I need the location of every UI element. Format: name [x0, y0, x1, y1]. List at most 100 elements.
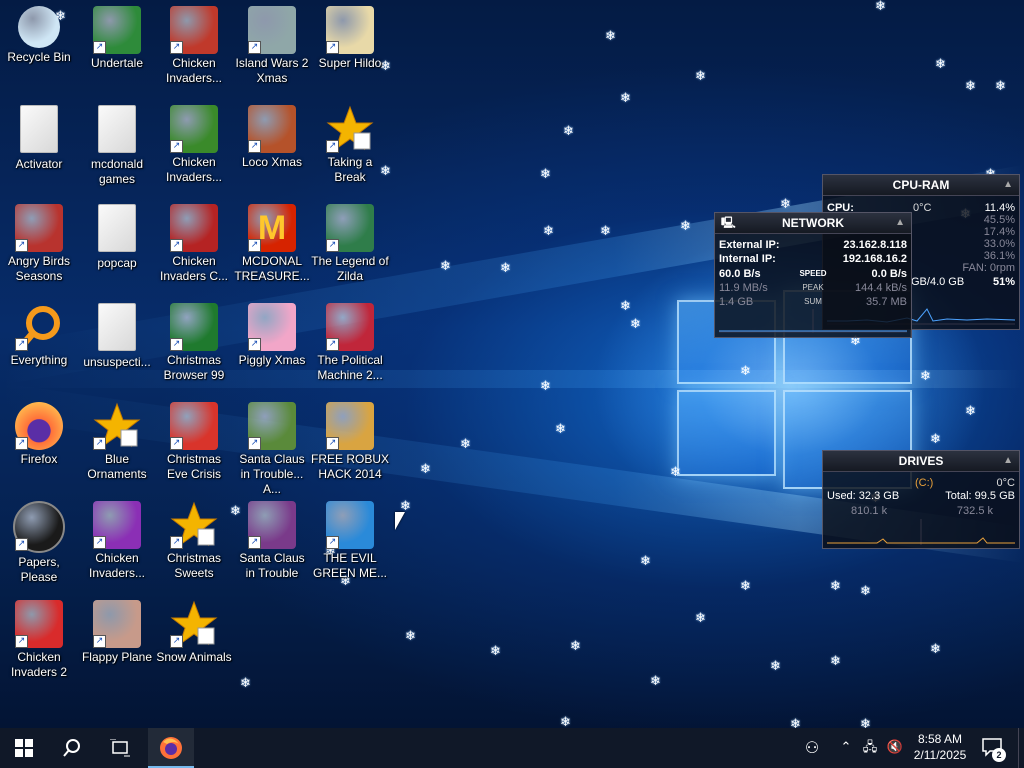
desktop-icon-label: Snow Animals	[156, 650, 232, 664]
desktop-icon[interactable]: ↗ Papers, Please	[0, 495, 78, 591]
show-hidden-icons-button[interactable]: ⌃	[836, 728, 856, 768]
network-title[interactable]: 🖳 NETWORK ▲	[715, 213, 911, 234]
snowflake-icon: ❄	[500, 261, 511, 276]
desktop-icon-label: Santa Claus in Trouble	[239, 551, 305, 580]
search-icon	[63, 739, 80, 757]
desktop-icon[interactable]: ↗ The Political Machine 2...	[311, 297, 389, 393]
shortcut-arrow-icon: ↗	[248, 437, 261, 450]
desktop-icon[interactable]: ↗ Christmas Eve Crisis	[155, 396, 233, 492]
shortcut-arrow-icon: ↗	[93, 635, 106, 648]
snowflake-icon: ❄	[620, 91, 631, 106]
desktop-icon-label: MCDONAL TREASURE...	[234, 254, 310, 283]
shortcut-arrow-icon: ↗	[248, 536, 261, 549]
external-ip-value: 23.162.8.118	[843, 239, 907, 251]
desktop-icon-label: Island Wars 2 Xmas	[235, 56, 309, 85]
network-widget[interactable]: 🖳 NETWORK ▲ External IP: 23.162.8.118 Inter…	[714, 212, 912, 338]
desktop-icon[interactable]: ↗ FREE ROBUX HACK 2014	[311, 396, 389, 492]
desktop-icon[interactable]: ↗ Piggly Xmas	[233, 297, 311, 393]
desktop-icon[interactable]: ↗ Blue Ornaments	[78, 396, 156, 492]
desktop-icon[interactable]: ↗ Santa Claus in Trouble... A...	[233, 396, 311, 496]
snowflake-icon: ❄	[965, 404, 976, 419]
desktop-icon-label: Chicken Invaders...	[88, 551, 146, 580]
task-view-button[interactable]	[96, 728, 144, 768]
ram-percent: 51%	[992, 276, 1015, 288]
drives-title[interactable]: DRIVES ▲	[823, 451, 1019, 472]
desktop-icon[interactable]: ↗ The Legend of Zilda	[311, 198, 389, 294]
desktop-icon[interactable]: ↗ Christmas Sweets	[155, 495, 233, 591]
desktop-icon[interactable]: Activator	[0, 99, 78, 195]
show-desktop-button[interactable]	[1018, 728, 1024, 768]
desktop-icon[interactable]: ↗ Island Wars 2 Xmas	[233, 0, 311, 96]
desktop-icon-label: Chicken Invaders...	[165, 56, 223, 85]
search-button[interactable]	[48, 728, 96, 768]
people-icon: ⚇	[804, 738, 820, 757]
volume-button[interactable]: 🔇	[884, 728, 906, 768]
fan-speed: FAN: 0rpm	[962, 262, 1015, 274]
snowflake-icon: ❄	[830, 579, 841, 594]
desktop-icon[interactable]: ↗ Chicken Invaders 2	[0, 594, 78, 690]
shortcut-arrow-icon: ↗	[15, 437, 28, 450]
cpu-ram-title[interactable]: CPU-RAM ▲	[823, 175, 1019, 196]
network-tray-icon: 🖧	[862, 740, 878, 755]
desktop-icon[interactable]: mcdonald games	[78, 99, 156, 195]
document-icon	[20, 105, 58, 153]
cpu-temp: 0°C	[913, 202, 932, 214]
desktop-icon[interactable]: ↗ Everything	[0, 297, 78, 393]
shortcut-arrow-icon: ↗	[170, 41, 183, 54]
action-center-button[interactable]: 2	[978, 728, 1008, 768]
mcdonalds-icon: M ↗	[248, 204, 296, 252]
desktop-icon[interactable]: ↗ Chicken Invaders...	[155, 0, 233, 96]
taskbar-firefox-button[interactable]	[148, 728, 194, 768]
desktop-icon-label: Firefox	[20, 452, 58, 466]
notification-count-badge: 2	[992, 748, 1006, 762]
desktop-icon[interactable]: ↗ Chicken Invaders...	[78, 495, 156, 591]
desktop-icon[interactable]: ↗ Chicken Invaders...	[155, 99, 233, 195]
network-tray-button[interactable]: 🖧	[860, 728, 880, 768]
desktop-icon[interactable]: ↗ Snow Animals	[155, 594, 233, 690]
people-button[interactable]: ⚇	[800, 728, 824, 768]
desktop-icon[interactable]: Recycle Bin	[0, 0, 78, 96]
upload-peak: 144.4 kB/s	[855, 282, 907, 294]
shortcut-arrow-icon: ↗	[326, 140, 339, 153]
volume-muted-icon: 🔇	[886, 740, 904, 755]
desktop-icon[interactable]: M ↗ MCDONAL TREASURE...	[233, 198, 311, 294]
desktop-icon[interactable]: ↗ Loco Xmas	[233, 99, 311, 195]
shortcut-arrow-icon: ↗	[15, 635, 28, 648]
drives-widget[interactable]: DRIVES ▲ (C:) 0°C Used: 32.3 GB Total: 99.5…	[822, 450, 1020, 549]
shortcut-arrow-icon: ↗	[326, 41, 339, 54]
desktop-icon[interactable]: ↗ Flappy Plane	[78, 594, 156, 690]
desktop-icon[interactable]: ↗ Angry Birds Seasons	[0, 198, 78, 294]
clock[interactable]: 8:58 AM 2/11/2025	[908, 728, 972, 768]
desktop-icon-label: THE EVIL GREEN ME...	[312, 551, 387, 580]
snowflake-icon: ❄	[995, 79, 1006, 94]
collapse-caret-icon[interactable]: ▲	[1003, 451, 1013, 471]
desktop-icon-label: Christmas Sweets	[166, 551, 221, 580]
desktop-icon-label: mcdonald games	[90, 157, 144, 186]
desktop-icon[interactable]: ↗ Firefox	[0, 396, 78, 492]
desktop-icon[interactable]: ↗ Super Hildo	[311, 0, 389, 96]
super-hildo-icon: ↗	[326, 6, 374, 54]
desktop-icon[interactable]: ↗ Taking a Break	[311, 99, 389, 195]
internal-ip-label: Internal IP:	[719, 253, 776, 265]
desktop-icon[interactable]: unsuspecti...	[78, 297, 156, 393]
desktop-icon[interactable]: ↗ Christmas Browser 99	[155, 297, 233, 393]
collapse-caret-icon[interactable]: ▲	[895, 213, 905, 233]
snowflake-icon: ❄	[640, 554, 651, 569]
collapse-caret-icon[interactable]: ▲	[1003, 175, 1013, 195]
desktop-icon-label: Blue Ornaments	[87, 452, 147, 481]
snowflake-icon: ❄	[695, 69, 706, 84]
snowflake-icon: ❄	[240, 676, 251, 691]
snowflake-icon: ❄	[605, 29, 616, 44]
chicken-invaders-2-icon: ↗	[15, 600, 63, 648]
drive-activity-graph	[827, 519, 1015, 545]
desktop-icon[interactable]: ↗ Santa Claus in Trouble	[233, 495, 311, 591]
shortcut-arrow-icon: ↗	[326, 437, 339, 450]
desktop-icon[interactable]: ↗ Undertale	[78, 0, 156, 96]
snowflake-icon: ❄	[860, 717, 871, 728]
desktop-icon[interactable]: popcap	[78, 198, 156, 294]
desktop-icon[interactable]: ↗ Chicken Invaders C...	[155, 198, 233, 294]
shortcut-arrow-icon: ↗	[170, 536, 183, 549]
desktop-icon[interactable]: ↗ THE EVIL GREEN ME...	[311, 495, 389, 591]
chicken-invaders-c-icon: ↗	[170, 204, 218, 252]
start-button[interactable]	[0, 728, 48, 768]
